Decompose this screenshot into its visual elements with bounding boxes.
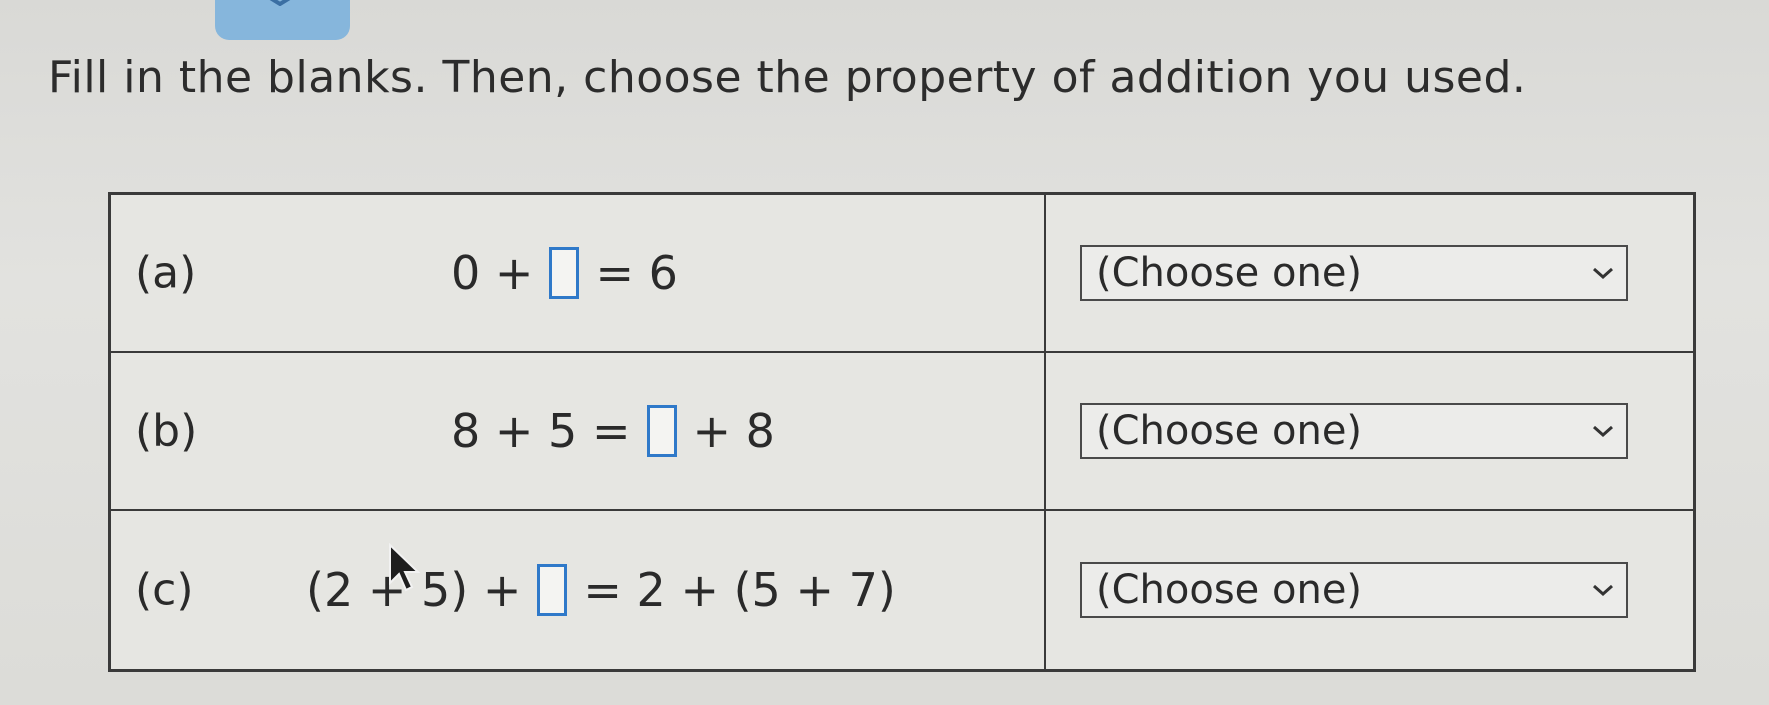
mouse-pointer-icon: [389, 543, 421, 592]
equation-right: + 8: [692, 404, 775, 458]
row-label: (b): [135, 405, 198, 457]
row-label: (a): [135, 247, 197, 299]
chevron-down-icon: [1593, 425, 1613, 437]
answer-blank-input[interactable]: [549, 247, 580, 299]
select-value: (Choose one): [1096, 250, 1363, 296]
problem-table: (a) 0 + = 6 (Choose one) (b) 8 + 5 = + 8…: [108, 192, 1696, 672]
chevron-down-icon: [1593, 267, 1613, 279]
property-select[interactable]: (Choose one): [1080, 403, 1628, 459]
row-b-property-cell: (Choose one): [1046, 353, 1693, 511]
row-label: (c): [135, 564, 194, 616]
row-a-expression-cell: (a) 0 + = 6: [111, 195, 1046, 353]
row-b-expression-cell: (b) 8 + 5 = + 8: [111, 353, 1046, 511]
row-c-property-cell: (Choose one): [1046, 511, 1693, 669]
chevron-down-icon: [269, 0, 291, 6]
equation: 0 + = 6: [451, 246, 678, 300]
row-a-property-cell: (Choose one): [1046, 195, 1693, 353]
select-value: (Choose one): [1096, 408, 1363, 454]
collapse-tab[interactable]: [215, 0, 350, 40]
select-value: (Choose one): [1096, 567, 1363, 613]
row-c-expression-cell: (c) (2 + 5) + = 2 + (5 + 7): [111, 511, 1046, 669]
chevron-down-icon: [1593, 584, 1613, 596]
answer-blank-input[interactable]: [537, 564, 568, 616]
equation-right: = 6: [595, 246, 678, 300]
question-prompt: Fill in the blanks. Then, choose the pro…: [48, 52, 1527, 103]
equation-left: 0 +: [451, 246, 534, 300]
property-select[interactable]: (Choose one): [1080, 245, 1628, 301]
equation: 8 + 5 = + 8: [451, 404, 775, 458]
answer-blank-input[interactable]: [646, 405, 677, 457]
equation-left: 8 + 5 =: [451, 404, 631, 458]
equation-right: = 2 + (5 + 7): [583, 563, 896, 617]
property-select[interactable]: (Choose one): [1080, 562, 1628, 618]
